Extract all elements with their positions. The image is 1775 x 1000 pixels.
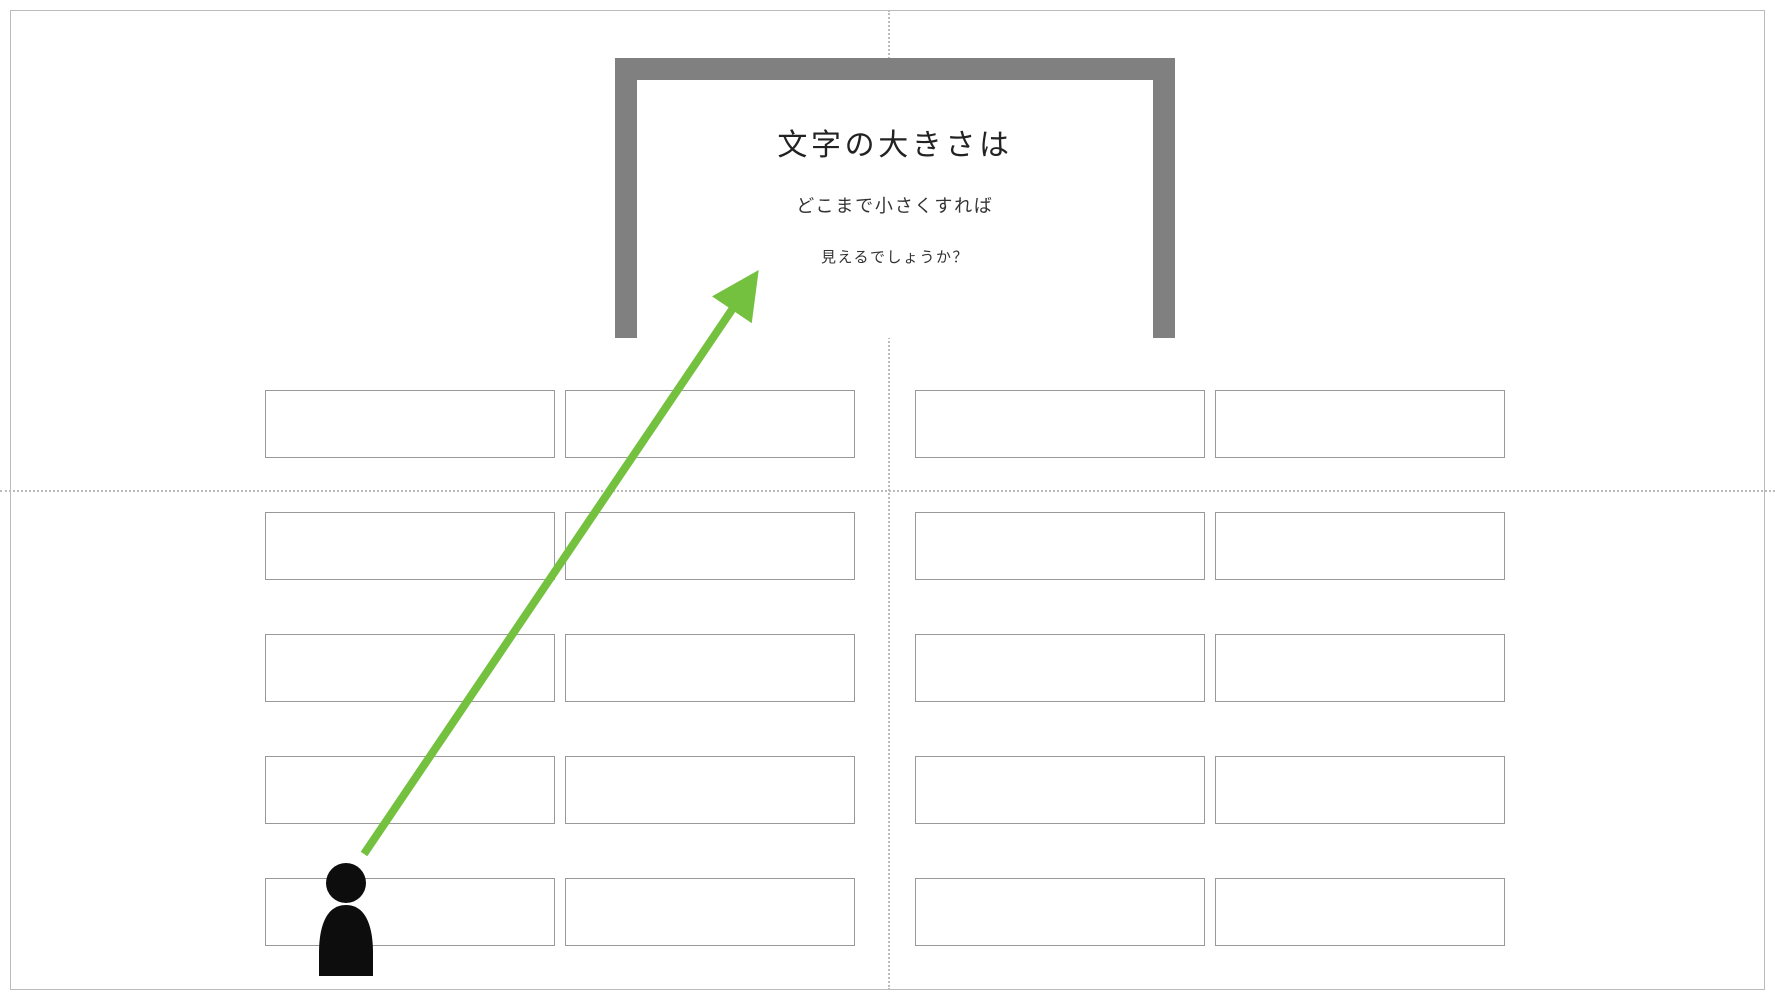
person-icon bbox=[311, 861, 381, 976]
seat-row bbox=[265, 756, 1505, 824]
seat bbox=[1215, 878, 1505, 946]
seat bbox=[565, 512, 855, 580]
seat-row bbox=[265, 512, 1505, 580]
screen-content: 文字の大きさは どこまで小さくすれば 見えるでしょうか？ bbox=[637, 80, 1153, 338]
screen-text-small: 見えるでしょうか？ bbox=[821, 246, 969, 267]
seat bbox=[265, 878, 555, 946]
seat bbox=[565, 634, 855, 702]
seat bbox=[565, 390, 855, 458]
aisle bbox=[865, 878, 905, 946]
seat bbox=[265, 756, 555, 824]
aisle bbox=[865, 512, 905, 580]
seat bbox=[265, 512, 555, 580]
seat bbox=[1215, 512, 1505, 580]
screen-text-medium: どこまで小さくすれば bbox=[796, 192, 993, 218]
aisle bbox=[865, 634, 905, 702]
screen-text-large: 文字の大きさは bbox=[777, 120, 1012, 164]
seat bbox=[915, 512, 1205, 580]
seat-row bbox=[265, 634, 1505, 702]
seating-area bbox=[265, 390, 1505, 1000]
seat bbox=[1215, 756, 1505, 824]
seat bbox=[265, 634, 555, 702]
seat bbox=[1215, 390, 1505, 458]
seat bbox=[915, 634, 1205, 702]
seat-row bbox=[265, 390, 1505, 458]
seat bbox=[915, 878, 1205, 946]
seat bbox=[915, 390, 1205, 458]
seat bbox=[565, 878, 855, 946]
seat bbox=[915, 756, 1205, 824]
seat bbox=[565, 756, 855, 824]
seat bbox=[265, 390, 555, 458]
projection-screen: 文字の大きさは どこまで小さくすれば 見えるでしょうか？ bbox=[615, 58, 1175, 338]
aisle bbox=[865, 756, 905, 824]
seat bbox=[1215, 634, 1505, 702]
seat-row bbox=[265, 878, 1505, 946]
aisle bbox=[865, 390, 905, 458]
